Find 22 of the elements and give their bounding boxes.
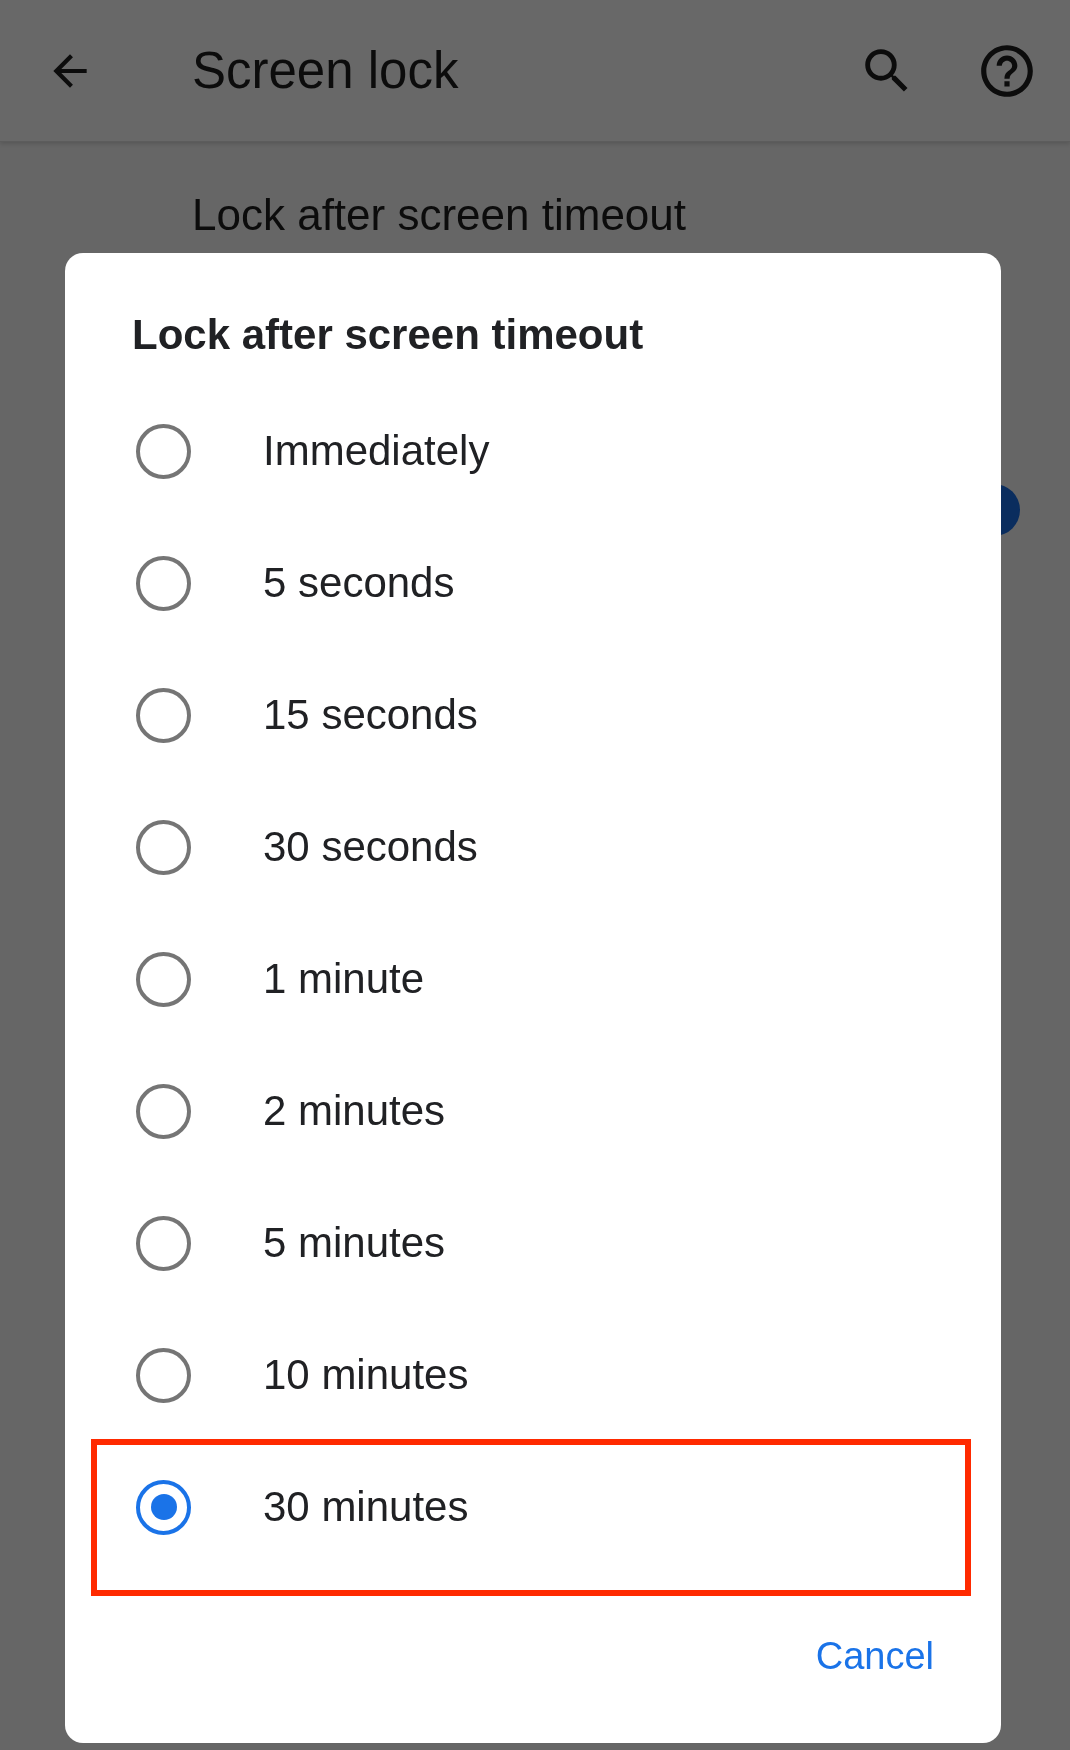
- option-label[interactable]: 5 seconds: [263, 559, 455, 607]
- option-label[interactable]: 30 seconds: [263, 823, 478, 871]
- option-label[interactable]: Immediately: [263, 427, 490, 475]
- dialog-title: Lock after screen timeout: [132, 310, 645, 360]
- radio-button[interactable]: [136, 819, 191, 875]
- option-label[interactable]: 15 seconds: [263, 691, 478, 739]
- radio-button[interactable]: [136, 687, 191, 743]
- option-label[interactable]: 2 minutes: [263, 1087, 446, 1135]
- radio-button[interactable]: [136, 1083, 191, 1139]
- option-label[interactable]: 5 minutes: [263, 1219, 446, 1267]
- radio-button[interactable]: [136, 1479, 191, 1535]
- setting-label: Lock after screen timeout: [192, 190, 687, 240]
- radio-button[interactable]: [136, 555, 191, 611]
- radio-button[interactable]: [136, 1215, 191, 1271]
- screen-title: Screen lock: [192, 41, 460, 100]
- option-label[interactable]: 10 minutes: [263, 1351, 469, 1399]
- radio-button[interactable]: [136, 1347, 191, 1403]
- radio-button[interactable]: [136, 951, 191, 1007]
- option-label[interactable]: 30 minutes: [263, 1483, 469, 1531]
- option-label[interactable]: 1 minute: [263, 955, 425, 1003]
- radio-button[interactable]: [136, 423, 191, 479]
- cancel-button[interactable]: Cancel: [803, 1629, 946, 1684]
